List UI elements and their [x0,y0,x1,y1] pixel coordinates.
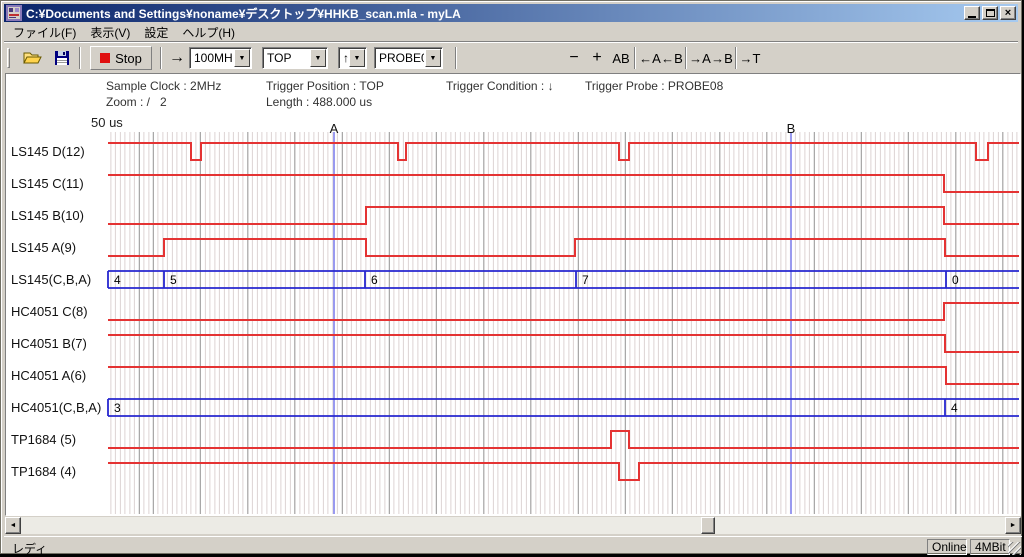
menu-help[interactable]: ヘルプ(H) [175,23,242,42]
scroll-right-button[interactable]: ► [1005,517,1021,534]
title-bar[interactable]: C:¥Documents and Settings¥noname¥デスクトップ¥… [4,4,1018,22]
status-online-badge: Online [927,539,967,555]
sample-rate-value: 100MHz [190,51,233,65]
dropdown-arrow-icon[interactable]: ▼ [310,49,326,67]
goto-b-right-button[interactable]: →B [710,46,734,70]
zoom-out-button[interactable]: − [564,46,584,70]
toolbar-separator [160,47,162,69]
dropdown-arrow-icon[interactable]: ▼ [425,49,441,67]
goto-trigger-button[interactable]: →T [738,46,762,70]
channel-label: LS145 C(11) [11,176,84,192]
menu-view[interactable]: 表示(V) [83,23,137,42]
stop-icon [100,53,110,63]
stop-label: Stop [115,51,142,66]
menu-bar: ファイル(F) 表示(V) 設定 ヘルプ(H) [4,23,1018,41]
channel-label: LS145 A(9) [11,240,76,256]
goto-b-left-button[interactable]: ←B [660,46,684,70]
marker-b-line[interactable] [790,132,792,514]
channel-label: LS145 D(12) [11,144,85,160]
status-bar: レディ Online 4MBit [4,536,1022,555]
trigger-edge-value: ↑ [339,51,348,65]
close-icon: × [1005,8,1011,18]
window-title: C:¥Documents and Settings¥noname¥デスクトップ¥… [26,5,962,22]
dropdown-arrow-icon[interactable]: ▼ [234,49,250,67]
goto-a-left-button[interactable]: ←A [638,46,662,70]
status-memory-badge: 4MBit [970,539,1010,555]
toolbar-separator [634,47,636,69]
zoom-info: Zoom : / 2 [106,95,167,109]
maximize-icon [986,9,995,17]
channel-label: TP1684 (5) [11,432,76,448]
close-button[interactable]: × [1000,6,1016,20]
maximize-button[interactable] [982,6,998,20]
channel-label: LS145(C,B,A) [11,272,91,288]
single-run-button[interactable]: → [167,46,187,70]
trigger-position-value: TOP [263,51,309,65]
toolbar-separator [455,47,457,69]
toolbar-separator [685,47,687,69]
toolbar-separator [79,47,81,69]
trigger-probe-info: Trigger Probe : PROBE08 [585,79,723,93]
scroll-left-button[interactable]: ◄ [5,517,21,534]
time-scale-label: 50 us [91,115,123,130]
channel-label: HC4051 A(6) [11,368,86,384]
sample-clock-info: Sample Clock : 2MHz [106,79,221,93]
trigger-edge-combo[interactable]: ↑ ▼ [338,47,367,69]
toolbar: Stop → 100MHz ▼ TOP ▼ ↑ ▼ PROBE00 ▼ − + … [4,41,1018,72]
waveform-grid[interactable] [108,132,1019,514]
floppy-disk-icon [54,50,70,66]
probe-combo[interactable]: PROBE00 ▼ [374,47,443,69]
channel-label: LS145 B(10) [11,208,84,224]
open-file-button[interactable] [20,46,46,70]
app-icon [6,5,22,21]
status-ready-text: レディ [12,540,47,557]
marker-b-label: B [781,121,801,136]
length-info: Length : 488.000 us [266,95,372,109]
menu-file[interactable]: ファイル(F) [6,23,83,42]
minimize-button[interactable] [964,6,980,20]
forward-arrow-icon: → [169,49,185,67]
app-window: C:¥Documents and Settings¥noname¥デスクトップ¥… [0,0,1022,554]
open-folder-icon [23,50,43,66]
marker-a-line[interactable] [333,132,335,514]
marker-a-label: A [324,121,344,136]
channel-label: HC4051 C(8) [11,304,88,320]
probe-value: PROBE00 [375,51,424,65]
menu-settings[interactable]: 設定 [137,23,175,42]
trigger-condition-info: Trigger Condition : ↓ [446,79,554,93]
toolbar-separator [735,47,737,69]
scrollbar-thumb[interactable] [701,517,715,534]
minimize-icon [968,16,976,18]
trigger-position-info: Trigger Position : TOP [266,79,384,93]
toolbar-grip[interactable] [7,48,10,68]
channel-label: HC4051(C,B,A) [11,400,101,416]
trigger-position-combo[interactable]: TOP ▼ [262,47,328,69]
dropdown-arrow-icon[interactable]: ▼ [349,49,365,67]
channel-label: HC4051 B(7) [11,336,87,352]
horizontal-scrollbar[interactable]: ◄ ► [5,517,1021,534]
stop-button[interactable]: Stop [90,46,152,70]
ab-button[interactable]: AB [609,46,633,70]
goto-a-right-button[interactable]: →A [688,46,712,70]
sample-rate-combo[interactable]: 100MHz ▼ [189,47,252,69]
channel-label: TP1684 (4) [11,464,76,480]
save-button[interactable] [49,46,75,70]
zoom-in-button[interactable]: + [587,46,607,70]
resize-grip-icon[interactable] [1008,542,1021,555]
